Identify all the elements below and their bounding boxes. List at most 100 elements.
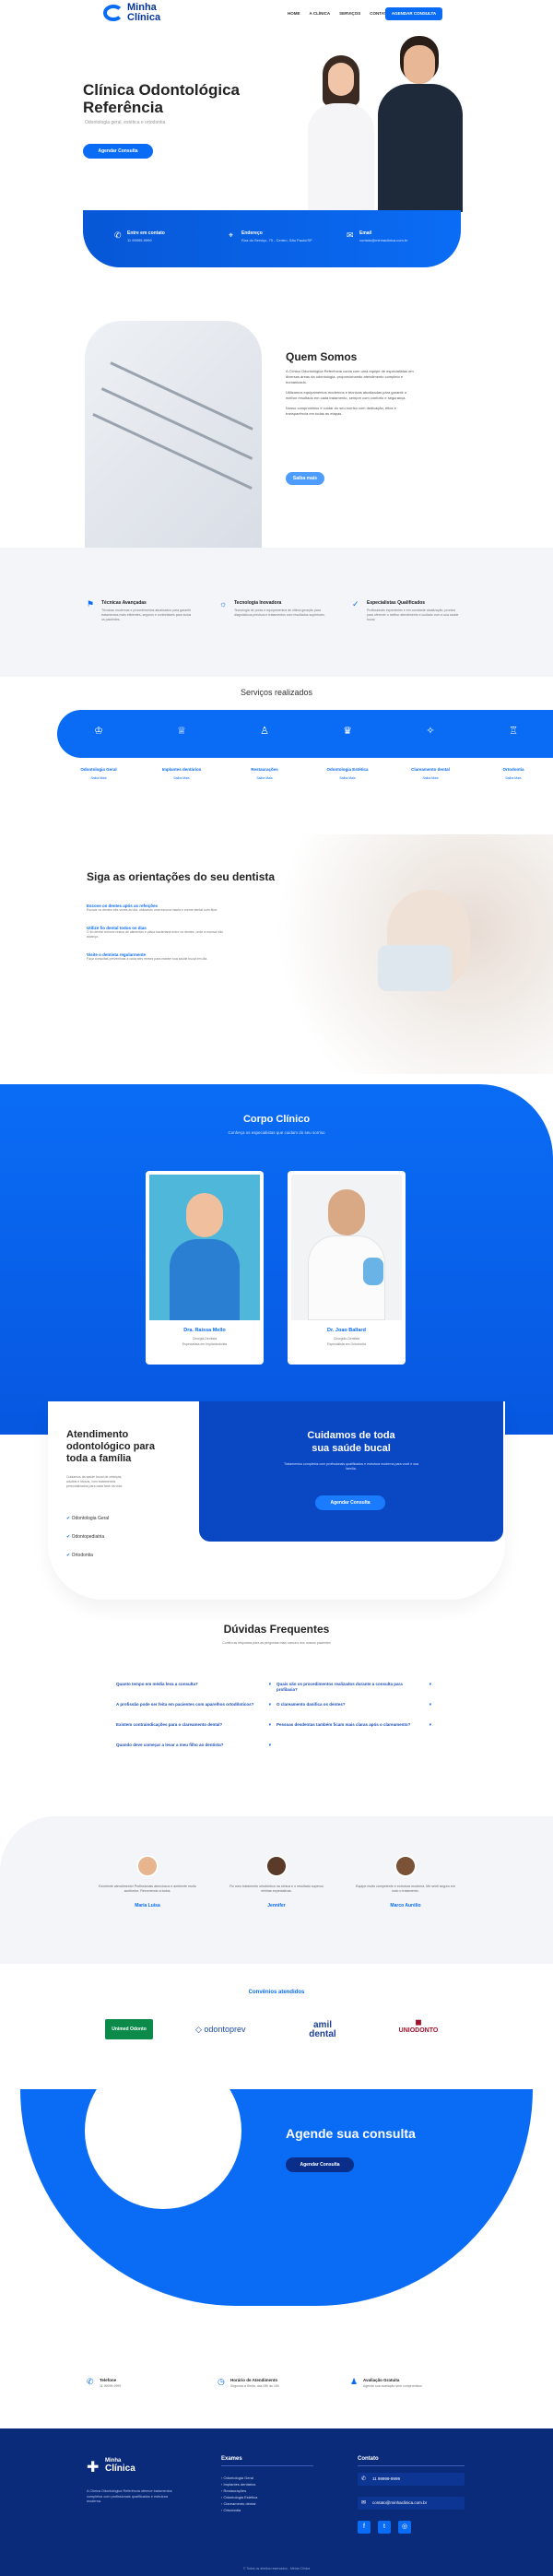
doctor-role: Cirurgião-Dentista <box>333 1337 360 1341</box>
faq-item[interactable]: O clareamento danifica os dentes? ▾ <box>276 1702 431 1722</box>
doctor-role: Cirurgiã-Dentista <box>192 1337 218 1341</box>
insurer-logo: amil dental <box>309 2020 336 2039</box>
service-item[interactable]: ♙ Restaurações Saiba Mais <box>223 710 306 821</box>
footer-email-row[interactable]: ✉ contato@minhaclinica.com.br <box>358 2497 465 2510</box>
footer-link-label: Clareamento dental <box>223 2501 256 2506</box>
hero-man-image <box>369 32 470 212</box>
info-title: Avaliação Gratuita <box>363 2378 400 2382</box>
twitter-icon[interactable]: t <box>378 2521 391 2534</box>
service-more-link[interactable]: Saiba Mais <box>57 776 140 780</box>
sparkle-tooth-icon: ♛ <box>343 726 352 737</box>
footer-link-label: Ortodontia <box>223 2508 241 2512</box>
faq-question: Existem contraindicações para o clareame… <box>116 1722 223 1727</box>
braces-icon: ♖ <box>509 726 518 737</box>
phone-icon: ✆ <box>361 2476 367 2482</box>
service-more-link[interactable]: Saiba Mais <box>306 776 389 780</box>
footer-phone-row[interactable]: ✆ 11 99999-9999 <box>358 2473 465 2486</box>
care-box-title-line2: sua saúde bucal <box>312 1443 391 1454</box>
footer-link[interactable]: › Odontologia Geral <box>221 2475 257 2481</box>
footer-about: A Clínica Odontológica Referência oferec… <box>87 2489 172 2503</box>
footer-link-label: Odontologia Estética <box>223 2495 258 2499</box>
footer-phone: 11 99999-9999 <box>372 2476 400 2481</box>
feature-title: Técnicas Avançadas <box>101 600 147 606</box>
care-title-line3: toda a família <box>66 1453 132 1464</box>
footer-link[interactable]: › Restaurações <box>221 2487 257 2494</box>
footer-col1-title: Exames <box>221 2456 242 2462</box>
mail-icon: ✉ <box>347 230 354 240</box>
footer-link[interactable]: › Clareamento dental <box>221 2500 257 2507</box>
testimonial-name: Maria Luisa <box>135 1903 160 1908</box>
doctor-name: Dr. Joao Ballard <box>327 1328 366 1333</box>
faq-item[interactable]: Quando deve começar a levar a meu filho … <box>116 1743 271 1763</box>
chevron-down-icon: ▾ <box>429 1702 431 1707</box>
feature-title: Especialistas Qualificados <box>367 600 426 606</box>
service-item[interactable]: ♛ Odontologia Estética Saiba Mais <box>306 710 389 821</box>
footer-col2-title: Contato <box>358 2456 379 2462</box>
faq-item[interactable]: Pessoas desdentas também ficam mais clar… <box>276 1722 431 1743</box>
booking-button[interactable]: Agendar Consulta <box>286 2157 354 2172</box>
faq-item[interactable]: Quais são os procedimentos realizados du… <box>276 1682 431 1702</box>
services-heading: Serviços realizados <box>240 688 313 697</box>
features-section: ⚑ Técnicas Avançadas Técnicas modernas e… <box>0 548 553 677</box>
footer-link-label: Odontologia Geral <box>223 2476 253 2480</box>
care-box-title-line1: Cuidamos de toda <box>307 1430 395 1441</box>
service-more-link[interactable]: Saiba Mais <box>472 776 553 780</box>
service-item[interactable]: ♕ Implantes dentários Saiba Mais <box>140 710 223 821</box>
booking-title: Agende sua consulta <box>286 2126 416 2141</box>
faq-question: Quanto tempo em média leva a consulta? <box>116 1682 198 1686</box>
faq-question: Quando deve começar a levar a meu filho … <box>116 1743 224 1747</box>
faq-item[interactable]: Quanto tempo em média leva a consulta? ▾ <box>116 1682 271 1702</box>
team-card[interactable]: Dra. Raissa Mello Cirurgiã-Dentista Espe… <box>146 1171 264 1365</box>
hero-subtitle: Odontologia geral, estética e ortodontia <box>85 120 166 125</box>
service-more-link[interactable]: Saiba Mais <box>223 776 306 780</box>
service-more-link[interactable]: Saiba Mais <box>389 776 472 780</box>
nav-cta-button[interactable]: AGENDAR CONSULTA <box>385 7 442 20</box>
location-icon: ⌖ <box>229 230 234 240</box>
facebook-icon[interactable]: f <box>358 2521 371 2534</box>
nav-clinic[interactable]: A CLÍNICA <box>310 11 331 16</box>
footer-link[interactable]: › Implantes dentários <box>221 2481 257 2487</box>
care-title-line2: odontológico para <box>66 1441 155 1452</box>
testimonial-text: Fiz meu tratamento ortodôntico na clínic… <box>229 1885 324 1893</box>
faq-item[interactable]: Existem contraindicações para o clareame… <box>116 1722 271 1743</box>
insurer-logo: Unimed Odonto <box>105 2019 153 2039</box>
service-item[interactable]: ♖ Ortodontia Saiba Mais <box>472 710 553 821</box>
testimonial-name: Marco Aurélio <box>390 1903 421 1908</box>
info-text: Segunda a Sexta, das 08h às 18h <box>230 2384 279 2388</box>
feature-text: Profissionais experientes e em constante… <box>367 609 459 621</box>
faq-item[interactable]: A profissão pode ser feita em pacientes … <box>116 1702 271 1722</box>
whitening-icon: ✧ <box>426 726 435 737</box>
team-title: Corpo Clínico <box>242 1114 311 1125</box>
faq-subtitle: Confira as respostas para as perguntas m… <box>222 1641 331 1645</box>
footer: ✚ Minha Clínica A Clínica Odontológica R… <box>0 2428 553 2576</box>
hero-button[interactable]: Agendar Consulta <box>83 144 153 159</box>
testimonial-card: Fiz meu tratamento ortodôntico na clínic… <box>212 1855 341 1947</box>
doctor-name: Dra. Raissa Mello <box>183 1328 226 1333</box>
footer-link[interactable]: › Odontologia Estética <box>221 2494 257 2500</box>
service-item[interactable]: ✧ Clareamento dental Saiba Mais <box>389 710 472 821</box>
brand-line2: Clínica <box>127 12 161 23</box>
faq-question: Quais são os procedimentos realizados du… <box>276 1682 403 1692</box>
footer-brand-line2: Clínica <box>105 2464 135 2474</box>
booking-section <box>20 2089 533 2306</box>
logo-icon[interactable] <box>103 5 124 21</box>
instagram-icon[interactable]: ◎ <box>398 2521 411 2534</box>
faq-question: O clareamento danifica os dentes? <box>276 1702 346 1707</box>
about-button[interactable]: Saiba mais <box>286 472 324 485</box>
about-paragraph: A Clínica Odontológica Referência conta … <box>286 369 414 384</box>
service-more-link[interactable]: Saiba Mais <box>140 776 223 780</box>
avatar <box>136 1855 159 1877</box>
team-card[interactable]: Dr. Joao Ballard Cirurgião-Dentista Espe… <box>288 1171 406 1365</box>
nav-home[interactable]: HOME <box>288 11 300 16</box>
service-item[interactable]: ♔ Odontologia Geral Saiba Mais <box>57 710 140 821</box>
doctor-photo <box>291 1175 402 1320</box>
footer-link[interactable]: › Ortodontia <box>221 2507 257 2513</box>
care-box-button[interactable]: Agendar Consulta <box>315 1495 385 1510</box>
service-label: Ortodontia <box>502 767 524 772</box>
care-title-line1: Atendimento <box>66 1429 129 1440</box>
nav-services[interactable]: SERVIÇOS <box>339 11 360 16</box>
info-title: Telefone <box>100 2378 117 2382</box>
tooth-icon: ♔ <box>94 726 103 737</box>
about-title: Quem Somos <box>286 350 358 363</box>
footer-copyright: © Todos os direitos reservados - Minha C… <box>242 2567 311 2570</box>
